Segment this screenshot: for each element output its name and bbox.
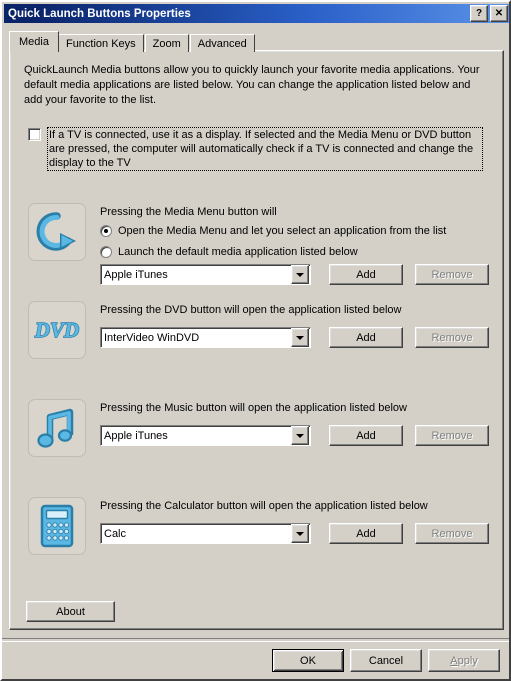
dvd-icon-box: DVD: [28, 301, 86, 359]
media-menu-section: Pressing the Media Menu button will Open…: [28, 203, 489, 285]
tv-display-option-row[interactable]: If a TV is connected, use it as a displa…: [28, 127, 486, 171]
footer-buttons: OK Cancel Apply: [266, 649, 500, 672]
calculator-section-label: Pressing the Calculator button will open…: [100, 500, 428, 512]
music-app-value: Apple iTunes: [104, 429, 168, 442]
about-button[interactable]: About: [26, 601, 115, 622]
media-menu-add-button[interactable]: Add: [329, 264, 403, 285]
music-icon-box: [28, 399, 86, 457]
dvd-app-combobox[interactable]: InterVideo WinDVD: [100, 327, 311, 348]
media-menu-radio-launch-row[interactable]: Launch the default media application lis…: [100, 246, 358, 258]
media-menu-icon: [36, 212, 76, 251]
calculator-remove-button: Remove: [415, 523, 489, 544]
chevron-down-icon[interactable]: [291, 524, 309, 543]
media-tab-panel: QuickLaunch Media buttons allow you to q…: [9, 50, 504, 630]
calculator-icon: [40, 504, 74, 548]
dvd-add-button[interactable]: Add: [329, 327, 403, 348]
cancel-button[interactable]: Cancel: [350, 649, 422, 672]
chevron-down-icon[interactable]: [291, 426, 309, 445]
tab-zoom[interactable]: Zoom: [144, 34, 189, 52]
dvd-section: DVD Pressing the DVD button will open th…: [28, 301, 489, 361]
music-remove-button: Remove: [415, 425, 489, 446]
media-menu-radio-open-label: Open the Media Menu and let you select a…: [118, 225, 447, 237]
media-menu-radio-open[interactable]: [100, 225, 112, 237]
window-title: Quick Launch Buttons Properties: [8, 7, 191, 20]
calculator-icon-box: [28, 497, 86, 555]
footer-separator: [2, 638, 509, 642]
calculator-add-button[interactable]: Add: [329, 523, 403, 544]
quick-launch-buttons-dialog: Quick Launch Buttons Properties ? ✕ Medi…: [0, 0, 511, 681]
tab-strip: Media Function Keys Zoom Advanced: [9, 31, 256, 52]
media-menu-app-combobox[interactable]: Apple iTunes: [100, 264, 311, 285]
dvd-controls-row: InterVideo WinDVD Add Remove: [100, 327, 489, 348]
intro-description: QuickLaunch Media buttons allow you to q…: [24, 64, 480, 106]
chevron-down-icon[interactable]: [291, 265, 309, 284]
media-menu-radio-open-row[interactable]: Open the Media Menu and let you select a…: [100, 225, 446, 237]
music-section-label: Pressing the Music button will open the …: [100, 402, 407, 414]
media-menu-remove-button: Remove: [415, 264, 489, 285]
calculator-section: Pressing the Calculator button will open…: [28, 497, 489, 557]
calculator-app-combobox[interactable]: Calc: [100, 523, 311, 544]
dvd-section-label: Pressing the DVD button will open the ap…: [100, 304, 402, 316]
close-icon[interactable]: ✕: [490, 5, 508, 22]
calculator-controls-row: Calc Add Remove: [100, 523, 489, 544]
chevron-down-icon[interactable]: [291, 328, 309, 347]
media-menu-controls-row: Apple iTunes Add Remove: [100, 264, 489, 285]
title-bar-buttons: ? ✕: [470, 5, 508, 22]
media-menu-radio-launch[interactable]: [100, 246, 112, 258]
tab-function-keys[interactable]: Function Keys: [57, 34, 144, 52]
apply-button: Apply: [428, 649, 500, 672]
apply-mnemonic: A: [450, 654, 458, 667]
help-icon[interactable]: ?: [470, 5, 488, 22]
tab-media[interactable]: Media: [9, 31, 59, 52]
media-menu-radio-launch-label: Launch the default media application lis…: [118, 246, 358, 258]
music-note-icon: [37, 408, 74, 448]
media-menu-icon-box: [28, 203, 86, 261]
apply-label-rest: pply: [457, 654, 478, 667]
dvd-icon: DVD: [33, 317, 80, 342]
title-bar[interactable]: Quick Launch Buttons Properties ? ✕: [4, 4, 509, 23]
svg-text:DVD: DVD: [34, 318, 79, 342]
media-menu-section-label: Pressing the Media Menu button will: [100, 206, 277, 218]
music-controls-row: Apple iTunes Add Remove: [100, 425, 489, 446]
music-add-button[interactable]: Add: [329, 425, 403, 446]
music-section: Pressing the Music button will open the …: [28, 399, 489, 459]
media-menu-app-value: Apple iTunes: [104, 268, 168, 281]
music-app-combobox[interactable]: Apple iTunes: [100, 425, 311, 446]
tv-display-label: If a TV is connected, use it as a displa…: [47, 127, 483, 171]
dvd-remove-button: Remove: [415, 327, 489, 348]
calculator-app-value: Calc: [104, 527, 127, 540]
ok-button[interactable]: OK: [272, 649, 344, 672]
tv-display-checkbox[interactable]: [28, 128, 41, 141]
tab-advanced[interactable]: Advanced: [189, 34, 255, 52]
dvd-app-value: InterVideo WinDVD: [104, 331, 200, 344]
